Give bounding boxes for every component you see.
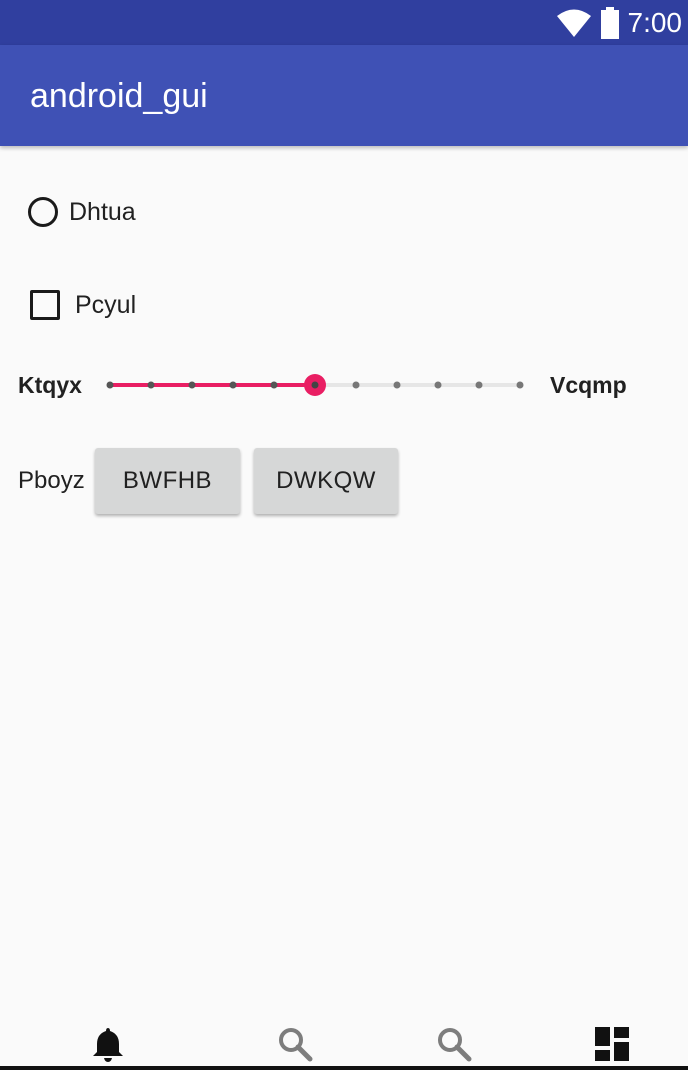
nav-item-search-1[interactable] [275, 1024, 315, 1064]
battery-icon [600, 7, 619, 39]
nav-item-search-2[interactable] [434, 1024, 474, 1064]
search-icon [279, 1028, 313, 1062]
status-time: 7:00 [627, 7, 683, 38]
slider-right-label: Vcqmp [550, 372, 627, 398]
slider-left-label: Ktqyx [18, 372, 82, 398]
bottom-edge [0, 1066, 688, 1070]
nav-item-dashboard[interactable] [592, 1024, 632, 1064]
wifi-icon [556, 9, 591, 37]
slider-tick [516, 381, 524, 389]
status-bar: 7:00 [0, 0, 688, 45]
bell-icon [93, 1028, 123, 1062]
search-icon [438, 1028, 472, 1062]
slider-tick [106, 381, 114, 389]
radio-option[interactable]: Dhtua [28, 192, 136, 232]
dwkqw-button[interactable]: DWKQW [254, 448, 398, 514]
checkbox-label: Pcyul [75, 290, 137, 319]
app-title: android_gui [30, 77, 208, 115]
app-bar: android_gui [0, 45, 688, 146]
slider-tick [270, 381, 278, 389]
checkbox-square-icon[interactable] [30, 290, 60, 320]
slider-tick [352, 381, 360, 389]
slider-tick [147, 381, 155, 389]
radio-label: Dhtua [69, 197, 136, 226]
slider-tick [393, 381, 401, 389]
seek-slider[interactable] [100, 365, 530, 405]
bottom-navigation [0, 1016, 688, 1070]
slider-tick [229, 381, 237, 389]
dashboard-icon [595, 1027, 629, 1061]
status-icons: 7:00 [556, 5, 683, 41]
slider-thumb-center [311, 381, 319, 389]
slider-tick [434, 381, 442, 389]
button-group-label: Pboyz [18, 467, 85, 494]
bwfhb-button[interactable]: BWFHB [95, 448, 240, 514]
slider-tick [188, 381, 196, 389]
checkbox-option[interactable]: Pcyul [30, 285, 136, 325]
nav-item-notifications[interactable] [88, 1024, 128, 1064]
radio-circle-icon[interactable] [28, 197, 58, 227]
slider-tick [475, 381, 483, 389]
